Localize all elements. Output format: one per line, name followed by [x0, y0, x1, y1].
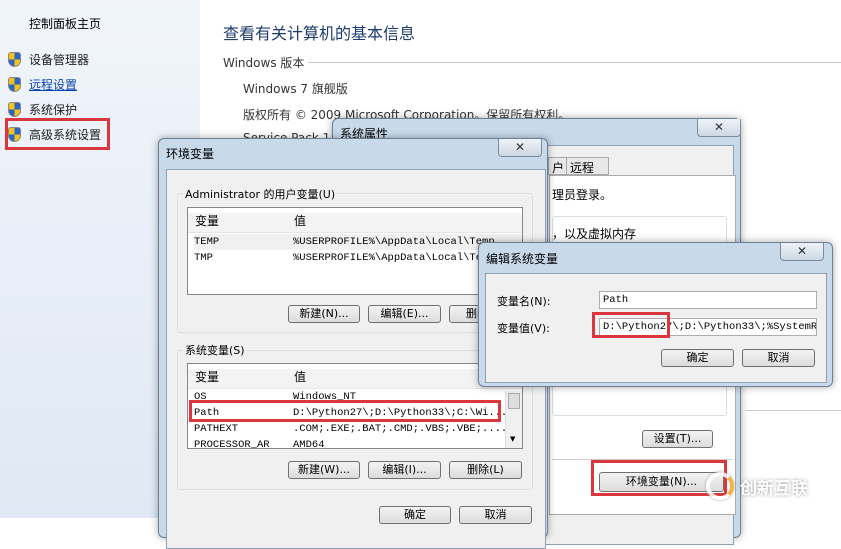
tab-partial[interactable]: 户	[548, 157, 569, 175]
column-header-value[interactable]: 值	[294, 213, 306, 229]
column-header-variable[interactable]: 变量	[195, 369, 219, 385]
table-row[interactable]: PATHEXT .COM;.EXE;.BAT;.CMD;.VBS;.VBE;...…	[194, 421, 522, 437]
variable-name-input[interactable]: Path	[599, 291, 817, 309]
system-edit-button[interactable]: 编辑(I)...	[368, 461, 441, 479]
user-variables-list[interactable]: 变量 值 TEMP %USERPROFILE%\AppData\Local\Temp…	[187, 207, 523, 295]
shield-icon	[8, 77, 21, 92]
cell-value: .COM;.EXE;.BAT;.CMD;.VBS;.VBE;....	[293, 423, 508, 435]
cancel-button[interactable]: 取消	[459, 506, 532, 524]
section-windows-edition: Windows 版本	[223, 56, 305, 70]
column-header-variable[interactable]: 变量	[195, 213, 219, 229]
sidebar-item-label: 设备管理器	[29, 53, 90, 67]
page-title: 查看有关计算机的基本信息	[223, 24, 416, 43]
settings-button[interactable]: 设置(T)...	[642, 430, 713, 448]
ok-button[interactable]: 确定	[661, 349, 734, 367]
text: ，以及虚拟内存	[552, 227, 637, 241]
highlight-box	[592, 312, 670, 338]
system-new-button[interactable]: 新建(W)...	[288, 461, 360, 479]
scrollbar-thumb[interactable]	[508, 393, 520, 409]
variable-name-label: 变量名(N):	[497, 295, 551, 308]
close-button[interactable]: ✕	[697, 119, 741, 137]
sidebar-item-label: 远程设置	[29, 78, 78, 92]
cell-name: PATHEXT	[194, 423, 239, 435]
window-title: 编辑系统变量	[486, 252, 559, 266]
close-button[interactable]: ✕	[780, 243, 824, 261]
watermark-text: 创新互联	[740, 478, 808, 499]
close-button[interactable]: ✕	[498, 139, 542, 157]
cancel-button[interactable]: 取消	[742, 349, 815, 367]
system-delete-button[interactable]: 删除(L)	[449, 461, 522, 479]
sidebar-item-system-protection[interactable]: 系统保护	[8, 101, 77, 118]
shield-icon	[8, 102, 21, 117]
user-edit-button[interactable]: 编辑(E)...	[368, 305, 441, 323]
text: 理员登录。	[552, 188, 613, 202]
divider	[745, 410, 841, 411]
cell-name: TMP	[194, 252, 213, 264]
system-variables-label: 系统变量(S)	[183, 342, 247, 358]
user-variables-label: Administrator 的用户变量(U)	[183, 186, 338, 202]
scroll-down-icon[interactable]: ▼	[510, 435, 515, 443]
cell-name: PROCESSOR_AR	[194, 439, 270, 449]
divider	[308, 62, 841, 63]
table-row[interactable]: TEMP %USERPROFILE%\AppData\Local\Temp	[194, 234, 522, 250]
shield-icon	[8, 52, 21, 67]
watermark-logo: 创新互联	[706, 472, 808, 500]
sidebar-item-device-manager[interactable]: 设备管理器	[8, 51, 89, 68]
window-title: 环境变量	[166, 147, 215, 161]
cell-value: AMD64	[293, 439, 325, 449]
cell-name: TEMP	[194, 236, 220, 248]
tab-remote[interactable]: 远程	[566, 157, 609, 175]
control-panel-home-link[interactable]: 控制面板主页	[29, 15, 101, 32]
table-row[interactable]: PROCESSOR_AR AMD64	[194, 437, 522, 449]
ok-button[interactable]: 确定	[379, 506, 451, 524]
cell-value: %USERPROFILE%\AppData\Local\Temp	[293, 252, 495, 264]
variable-value-label: 变量值(V):	[497, 322, 550, 335]
cell-value: %USERPROFILE%\AppData\Local\Temp	[293, 236, 495, 248]
table-row[interactable]: TMP %USERPROFILE%\AppData\Local\Temp	[194, 250, 522, 266]
user-new-button[interactable]: 新建(N)...	[288, 305, 360, 323]
sidebar-item-label: 系统保护	[29, 103, 78, 117]
column-header-value[interactable]: 值	[294, 369, 306, 385]
scrollbar[interactable]: ▼	[505, 391, 522, 448]
highlight-box	[5, 118, 110, 150]
sidebar-item-remote-settings[interactable]: 远程设置	[8, 76, 77, 93]
logo-icon	[706, 472, 734, 500]
edition-text: Windows 7 旗舰版	[243, 82, 348, 96]
highlight-box	[189, 400, 501, 422]
